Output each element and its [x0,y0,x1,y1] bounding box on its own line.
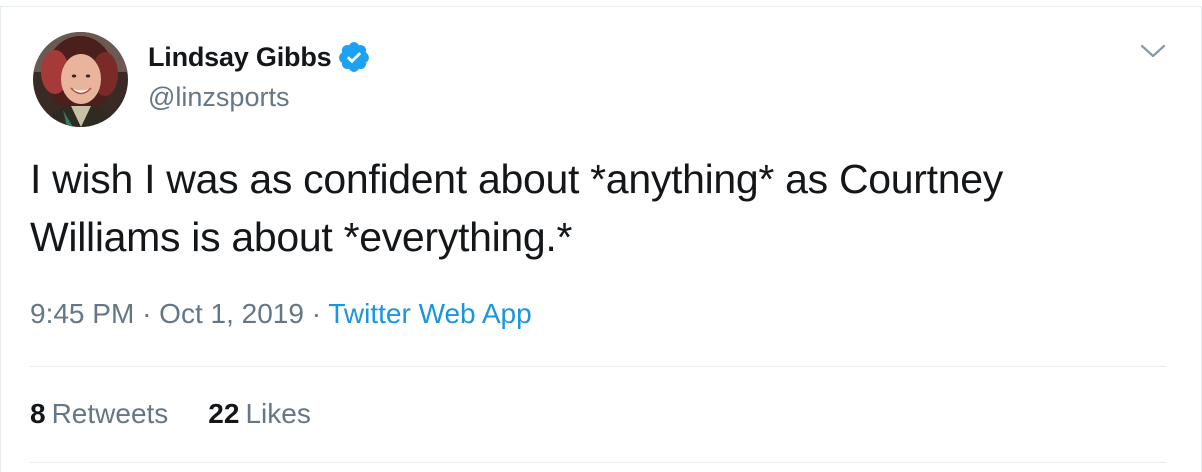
meta-separator: · [311,298,322,329]
likes-stat[interactable]: 22 Likes [208,398,311,430]
retweets-stat[interactable]: 8 Retweets [30,398,168,430]
author-handle[interactable]: @linzsports [148,82,289,113]
likes-count: 22 [208,398,240,429]
tweet-card: Lindsay Gibbs @linzsports I wish I was a… [0,0,1202,472]
verified-badge-icon [337,40,371,74]
author-name-row[interactable]: Lindsay Gibbs [148,40,371,74]
author-display-name[interactable]: Lindsay Gibbs [148,42,332,73]
tweet-text-line-2: Williams is about *everything.* [30,214,573,260]
tweet-date[interactable]: Oct 1, 2019 [159,298,304,329]
tweet-text-line-1: I wish I was as confident about *anythin… [30,156,1003,202]
divider [30,366,1166,367]
meta-separator: · [142,298,152,329]
divider [30,462,1166,463]
tweet-text: I wish I was as confident about *anythin… [30,150,1170,266]
tweet-stats: 8 Retweets 22 Likes [30,398,311,430]
retweets-count: 8 [30,398,46,429]
tweet-time[interactable]: 9:45 PM [30,298,134,329]
tweet-metadata: 9:45 PM · Oct 1, 2019 · Twitter Web App [30,298,532,330]
avatar[interactable] [33,32,128,127]
chevron-down-icon[interactable] [1138,38,1168,64]
likes-label: Likes [245,398,311,429]
card-left-border [0,6,1,472]
retweets-label: Retweets [51,398,169,429]
tweet-source-link[interactable]: Twitter Web App [328,298,531,329]
card-top-border [0,6,1202,7]
